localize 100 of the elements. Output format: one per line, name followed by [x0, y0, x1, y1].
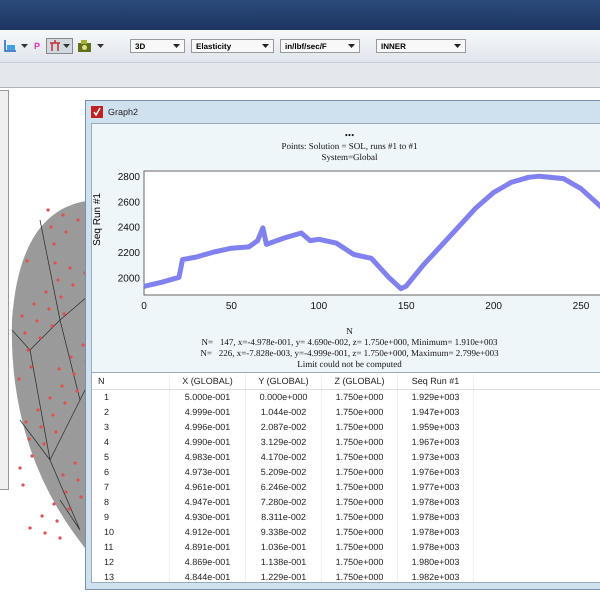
table-cell: 12	[92, 555, 170, 570]
caret-icon	[262, 44, 270, 48]
camera-icon[interactable]	[77, 39, 94, 53]
table-cell: 1.982e+003	[398, 570, 474, 582]
axis-title: Seq Run #1	[92, 193, 102, 246]
table-cell: 1.044e-002	[246, 405, 322, 420]
table-cell: 1.978e+003	[398, 510, 474, 525]
frame-tool-button[interactable]	[46, 38, 74, 54]
table-cell: 1.750e+000	[322, 510, 398, 525]
table-cell: 1.750e+000	[322, 570, 398, 582]
table-cell: 1.977e+003	[398, 480, 474, 495]
table-cell: 1.750e+000	[322, 450, 398, 465]
tick-label: 2200	[118, 248, 140, 259]
table-cell: 1.929e+003	[398, 390, 474, 405]
table-cell: 6.246e-002	[246, 480, 322, 495]
table-cell: 1.976e+003	[398, 465, 474, 480]
chart-note: Limit could not be computed	[297, 359, 402, 370]
frame-icon	[49, 40, 62, 52]
table-cell: 10	[92, 525, 170, 540]
table-cell: 4.170e-002	[246, 450, 322, 465]
table-cell: 1.036e-001	[246, 540, 322, 555]
table-cell: 4.999e-001	[170, 405, 246, 420]
table-cell: 1.978e+003	[398, 540, 474, 555]
table-cell: 1.750e+000	[322, 525, 398, 540]
dropdown[interactable]: 3D	[130, 39, 186, 53]
table-cell: 1.750e+000	[322, 480, 398, 495]
tick-label: 2000	[118, 273, 140, 284]
table-cell: 3.129e-002	[246, 435, 322, 450]
tick-label: 2400	[118, 222, 140, 234]
table-cell: 1.973e+003	[398, 450, 474, 465]
table-cell: 8	[92, 495, 170, 510]
table-cell: 1.750e+000	[322, 540, 398, 555]
caret-icon	[348, 44, 356, 48]
chart-note: N= 226, x=-7.828e-003, y=-4.999e-001, z= 1.750e+000, Maximum= 2.799e+003	[200, 348, 499, 359]
tick-label: 200	[485, 301, 502, 312]
table-cell: 1.750e+000	[322, 495, 398, 510]
table-cell: 1.750e+000	[322, 465, 398, 480]
dropdown[interactable]: Elasticity	[191, 39, 274, 53]
table-cell: 5	[92, 450, 170, 465]
table-cell: 4.891e-001	[170, 540, 246, 555]
table-cell: 9	[92, 510, 170, 525]
column-header[interactable]: Y (GLOBAL)	[246, 374, 322, 388]
table-cell: 1.750e+000	[322, 435, 398, 450]
table-cell: 13	[92, 570, 170, 582]
window-title: Graph2	[108, 107, 138, 117]
table-cell: 1.750e+000	[322, 555, 398, 570]
table-cell: 1.229e-001	[246, 570, 322, 582]
table-cell: 1.980e+003	[398, 555, 474, 570]
table-cell: 6	[92, 465, 170, 480]
table-cell: 4.973e-001	[170, 465, 246, 480]
table-cell: 1.750e+000	[322, 405, 398, 420]
caret-icon	[173, 44, 180, 48]
dropdown[interactable]: INNER	[376, 39, 466, 53]
caret-icon[interactable]	[21, 44, 28, 48]
table-cell: 1.750e+000	[322, 420, 398, 435]
table-cell: 4.990e-001	[170, 435, 246, 450]
table-cell: 3	[92, 420, 170, 435]
axis-title: N	[346, 326, 353, 337]
dropdown[interactable]: in/lbf/sec/F	[280, 39, 360, 53]
tick-label: 0	[141, 301, 147, 312]
table-cell: 8.311e-002	[246, 510, 322, 525]
table-cell: 4.912e-001	[170, 525, 246, 540]
table-cell: 4.996e-001	[170, 420, 246, 435]
column-header[interactable]: N	[92, 374, 170, 388]
table-cell: 1.959e+003	[398, 420, 474, 435]
caret-icon	[63, 44, 70, 48]
tick-label: 150	[398, 301, 415, 312]
table-cell: 0.000e+000	[246, 390, 322, 405]
table-cell: 1.138e-001	[246, 555, 322, 570]
table-cell: 2.087e-002	[246, 420, 322, 435]
chart-caption: •••	[344, 130, 354, 141]
table-cell: 4.961e-001	[170, 480, 246, 495]
table-cell: 1.750e+000	[322, 390, 398, 405]
table-cell: 7	[92, 480, 170, 495]
column-header[interactable]: Z (GLOBAL)	[322, 374, 398, 388]
chart-note: N= 147, x=-4.978e-001, y= 4.690e-002, z= 1.750e+000, Minimum= 1.910e+003	[202, 337, 498, 348]
table-cell: 2	[92, 405, 170, 420]
table-cell: 1.947e+003	[398, 405, 474, 420]
caret-icon[interactable]	[97, 44, 104, 48]
table-cell: 4.869e-001	[170, 555, 246, 570]
column-header[interactable]: Seq Run #1	[398, 374, 474, 388]
table-cell: 5.209e-002	[246, 465, 322, 480]
table-cell: 5.000e-001	[170, 390, 246, 405]
chart-caption: System=Global	[321, 152, 378, 163]
app-icon	[91, 106, 103, 118]
tick-label: 2600	[118, 197, 140, 208]
caret-icon	[454, 44, 462, 48]
tick-label: 100	[310, 301, 328, 312]
table-cell: 7.280e-002	[246, 495, 322, 510]
table-cell: 11	[92, 540, 170, 555]
column-header[interactable]: X (GLOBAL)	[170, 374, 246, 388]
chart-caption: Points: Solution = SOL, runs #1 to #1	[281, 141, 418, 152]
tick-label: 250	[572, 301, 590, 312]
tick-label: 2800	[118, 172, 140, 184]
axes-icon[interactable]	[3, 39, 17, 53]
table-cell: 1.978e+003	[398, 525, 474, 540]
table-cell: 1.967e+003	[398, 435, 474, 450]
table-cell: 9.338e-002	[246, 525, 322, 540]
table-cell: 4	[92, 435, 170, 450]
table-cell: 1.978e+003	[398, 495, 474, 510]
